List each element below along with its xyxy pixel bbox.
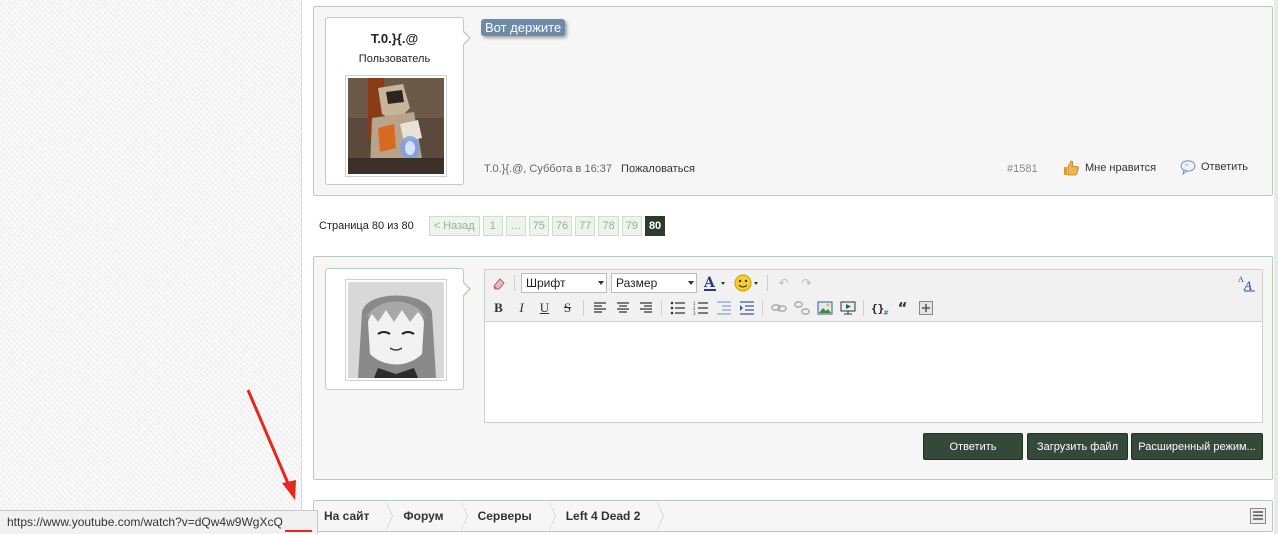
quick-reply: Шрифт Размер A ↶ ↷ AA B I U S 1 2 3 {} #… [313,256,1273,480]
quote-button[interactable]: “ [893,299,912,318]
breadcrumb: На сайт Форум Серверы Left 4 Dead 2 [313,500,1273,532]
italic-button[interactable]: I [512,299,531,318]
prev-page-button[interactable]: < Назад [428,216,480,236]
eraser-icon[interactable] [489,274,508,293]
page-count-label: Страница 80 из 80 [319,220,414,232]
chevron-down-icon [688,281,694,285]
text-color-button[interactable]: A [701,274,729,293]
like-label: Мне нравится [1085,162,1157,174]
toolbar-separator [661,300,662,316]
underline-button[interactable]: U [535,299,554,318]
strikethrough-button[interactable]: S [558,299,577,318]
align-right-icon[interactable] [636,299,655,318]
quote-label: Ответить [1201,161,1249,173]
report-link[interactable]: Пожаловаться [621,163,695,175]
pagination: Страница 80 из 80 < Назад 1 … 75 76 77 7… [319,216,666,236]
red-underline-annotation [285,530,312,532]
page-link-77[interactable]: 77 [575,216,596,236]
breadcrumb-item-forum[interactable]: Форум [387,501,468,531]
post-username[interactable]: T.0.}{.@ [326,31,463,46]
upload-file-button[interactable]: Загрузить файл [1027,433,1128,460]
toolbar-separator [583,300,584,316]
insert-media-icon[interactable] [838,299,857,318]
user-title: Пользователь [358,53,431,65]
unlink-icon[interactable] [792,299,811,318]
breadcrumb-item-l4d2[interactable]: Left 4 Dead 2 [550,501,665,531]
toolbar-separator [767,275,768,291]
post-number-link[interactable]: #1581 [1007,163,1038,175]
my-avatar[interactable] [345,279,447,381]
size-select-value: Размер [616,276,658,290]
avatar-image-clone-trooper [348,78,444,174]
toolbar-row-1: Шрифт Размер A ↶ ↷ [489,272,816,294]
svg-text:A: A [703,275,716,291]
scrollbar-track[interactable] [1274,0,1278,534]
breadcrumb-item-site[interactable]: На сайт [314,501,394,531]
message-textarea[interactable] [484,321,1263,423]
card-arrow [462,281,471,297]
page-link-1[interactable]: 1 [482,216,503,236]
toolbar-separator [863,300,864,316]
reply-user-card [325,268,471,390]
font-size-select[interactable]: Размер [611,273,697,293]
more-options-icon[interactable] [916,299,935,318]
thumbs-up-icon [1064,160,1079,176]
bold-button[interactable]: B [489,299,508,318]
outdent-icon[interactable] [714,299,733,318]
svg-text:A: A [1243,278,1252,292]
card-arrow [462,30,471,46]
page-skip[interactable]: … [505,216,526,236]
page-link-76[interactable]: 76 [551,216,573,236]
breadcrumb-items: На сайт Форум Серверы Left 4 Dead 2 [314,501,665,531]
link-icon[interactable] [769,299,788,318]
post-meta: T.0.}{.@, Суббота в 16:37 Пожаловаться [484,163,695,175]
post-author-time[interactable]: T.0.}{.@, Суббота в 16:37 [484,163,612,175]
smiley-button[interactable] [733,274,761,293]
undo-icon[interactable]: ↶ [774,274,793,293]
chevron-down-icon [598,281,604,285]
status-bar-url: https://www.youtube.com/watch?v=dQw4w9Wg… [0,510,318,534]
redo-icon[interactable]: ↷ [797,274,816,293]
svg-text:“: “ [1185,164,1188,171]
breadcrumb-item-servers[interactable]: Серверы [462,501,556,531]
text-color-icon: A [703,275,725,291]
page-link-75[interactable]: 75 [528,216,549,236]
advanced-mode-button[interactable]: Расширенный режим... [1131,433,1263,460]
numbered-list-icon[interactable]: 123 [691,299,710,318]
page-link-79[interactable]: 79 [621,216,642,236]
rich-text-editor: Шрифт Размер A ↶ ↷ AA B I U S 1 2 3 {} #… [484,269,1263,423]
avatar-image-anime-girl [348,282,444,378]
font-select-value: Шрифт [526,276,566,290]
font-family-select[interactable]: Шрифт [521,273,607,293]
avatar[interactable] [345,75,447,177]
red-arrow-annotation [246,389,296,500]
forum-post: T.0.}{.@ Пользователь Вот держите T.0.}{… [313,6,1273,196]
like-button[interactable]: Мне нравится [1062,159,1156,177]
insert-image-icon[interactable] [815,299,834,318]
editor-toolbar: Шрифт Размер A ↶ ↷ AA B I U S 1 2 3 {} #… [484,269,1263,321]
source-mode-toggle[interactable]: AA [1238,274,1256,295]
submit-reply-button[interactable]: Ответить [923,433,1023,460]
bullet-list-icon[interactable] [668,299,687,318]
menu-icon[interactable] [1250,508,1266,527]
user-info-card: T.0.}{.@ Пользователь [325,17,471,185]
code-icon[interactable]: {} # [870,299,889,318]
svg-text:#: # [883,309,889,315]
svg-text:3: 3 [693,311,696,315]
post-message-text: Вот держите [481,19,566,36]
toolbar-separator [514,275,515,291]
toolbar-separator [762,300,763,316]
indent-icon[interactable] [737,299,756,318]
speech-bubble-icon: “ [1180,160,1196,175]
align-center-icon[interactable] [613,299,632,318]
smiley-icon [734,274,758,292]
align-left-icon[interactable] [590,299,609,318]
page-link-78[interactable]: 78 [598,216,619,236]
quote-reply-button[interactable]: “ Ответить [1180,159,1248,175]
toolbar-row-2: B I U S 123 {} # “ [489,297,935,319]
text-size-toggle-icon: AA [1238,275,1255,293]
page-current: 80 [644,216,666,236]
